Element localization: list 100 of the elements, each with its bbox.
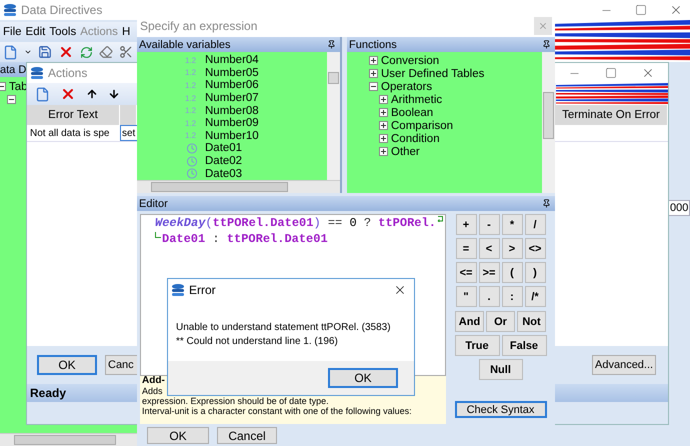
tree-item[interactable]: Operators (381, 80, 432, 92)
variable-item[interactable]: Date02 (205, 155, 242, 168)
save-icon[interactable] (38, 45, 52, 59)
delete-icon[interactable] (60, 86, 76, 102)
tree-item[interactable]: Conversion (381, 54, 440, 66)
operator-button[interactable]: >= (478, 262, 500, 283)
window-title: Actions (48, 66, 88, 80)
operator-button[interactable]: + (456, 214, 476, 235)
panel-title: Editor (139, 198, 168, 210)
pin-icon[interactable] (327, 40, 336, 49)
new-file-icon[interactable] (35, 86, 50, 102)
scissors-icon[interactable] (119, 45, 133, 59)
type-label: 1.2 (185, 106, 198, 116)
operator-button[interactable]: Not (517, 311, 546, 332)
delete-icon[interactable] (58, 44, 74, 60)
dialog-title: Specify an expression (140, 19, 258, 33)
new-file-icon[interactable] (3, 44, 18, 60)
type-label: 1.2 (185, 80, 198, 90)
code-line: Date01 : ttPORel.Date01 (162, 231, 328, 247)
maximize-icon[interactable] (605, 67, 617, 79)
variable-item[interactable]: Number10 (205, 130, 259, 142)
advanced-button[interactable]: Advanced... (592, 355, 656, 375)
operator-button[interactable]: > (502, 238, 522, 259)
check-syntax-button[interactable]: Check Syntax (454, 401, 546, 418)
pin-icon[interactable] (542, 199, 551, 208)
operator-button[interactable]: Or (486, 311, 515, 332)
variable-item[interactable]: Date03 (205, 168, 242, 180)
eraser-icon[interactable] (99, 45, 113, 59)
pin-icon[interactable] (542, 40, 551, 49)
scrollbar[interactable] (137, 180, 340, 193)
operator-button[interactable]: ( (502, 262, 522, 283)
refresh-icon[interactable] (80, 46, 93, 58)
menu-item[interactable]: H (122, 26, 130, 38)
operator-button[interactable]: Null (478, 359, 522, 380)
operator-button[interactable]: " (456, 286, 476, 307)
menu-item[interactable]: Tools (49, 26, 76, 38)
variable-item[interactable]: Number09 (205, 117, 259, 130)
expand-icon[interactable] (379, 121, 388, 130)
variable-item[interactable]: Number08 (205, 104, 259, 117)
operator-button[interactable]: = (456, 238, 476, 259)
dropdown-icon[interactable] (24, 48, 32, 56)
operator-button[interactable]: . (478, 286, 500, 307)
operator-button[interactable]: * (502, 214, 522, 235)
operator-button[interactable]: < (478, 238, 500, 259)
cell-editor[interactable]: set (120, 125, 137, 141)
type-label: 1.2 (185, 68, 198, 78)
dialog-title: Error (189, 283, 216, 297)
variable-item[interactable]: Number05 (205, 66, 259, 79)
panel-title: ata D (0, 64, 26, 76)
collapse-icon[interactable] (369, 82, 378, 91)
ok-button[interactable]: OK (328, 368, 398, 388)
operator-button[interactable]: And (455, 311, 484, 332)
line-wrap-icon (436, 216, 443, 222)
expand-icon[interactable] (379, 108, 388, 117)
tree-item[interactable]: User Defined Tables (381, 68, 484, 80)
error-message: ** Could not understand line 1. (196) (176, 335, 339, 349)
operator-button[interactable]: / (524, 214, 546, 235)
up-arrow-icon[interactable] (86, 88, 98, 100)
scrollbar[interactable] (0, 433, 137, 446)
variable-item[interactable]: Number07 (205, 92, 259, 104)
ok-button[interactable]: OK (37, 355, 97, 375)
operator-button[interactable]: ) (524, 262, 546, 283)
expand-icon[interactable] (369, 56, 378, 65)
tree-item[interactable]: Boolean (391, 106, 434, 118)
column-header[interactable]: Error Text (27, 105, 120, 125)
expand-icon[interactable] (379, 95, 388, 104)
continuation-icon (155, 232, 161, 238)
scrollbar[interactable] (542, 52, 555, 193)
tree-item[interactable]: Comparison (391, 120, 453, 132)
cancel-button[interactable]: Canc (105, 355, 138, 375)
collapse-icon[interactable] (7, 95, 16, 104)
maximize-icon[interactable] (635, 4, 647, 16)
cancel-button[interactable]: Cancel (217, 427, 277, 444)
window-title: Data Directives (21, 3, 102, 17)
scrollbar[interactable] (327, 52, 340, 180)
tree-item[interactable]: Other (391, 146, 420, 158)
type-label: 1.2 (185, 56, 198, 65)
menu-item[interactable]: Edit (26, 26, 46, 38)
variable-item[interactable]: Number06 (205, 79, 259, 92)
column-header[interactable]: Terminate On Error (555, 105, 668, 125)
operator-button[interactable]: : (502, 286, 522, 307)
tree-item[interactable]: Condition (391, 132, 440, 144)
input-field[interactable]: 000 (668, 200, 690, 216)
down-arrow-icon[interactable] (108, 88, 120, 100)
operator-button[interactable]: - (478, 214, 500, 235)
expand-icon[interactable] (369, 69, 378, 78)
tree-item[interactable]: Arithmetic (391, 94, 442, 106)
menu-item[interactable]: File (3, 26, 22, 38)
operator-button[interactable]: True (454, 335, 500, 356)
variable-item[interactable]: Number04 (205, 54, 259, 66)
operator-button[interactable]: <= (456, 262, 476, 283)
code-line: WeekDay(ttPORel.Date01) == 0 ? ttPORel. (155, 215, 436, 231)
operator-button[interactable]: False (502, 335, 546, 356)
help-title: Add- (142, 376, 165, 386)
ok-button[interactable]: OK (147, 427, 209, 444)
expand-icon[interactable] (379, 134, 388, 143)
variable-item[interactable]: Date01 (205, 142, 242, 154)
operator-button[interactable]: <> (524, 238, 546, 259)
expand-icon[interactable] (379, 147, 388, 156)
operator-button[interactable]: /* (524, 286, 546, 307)
